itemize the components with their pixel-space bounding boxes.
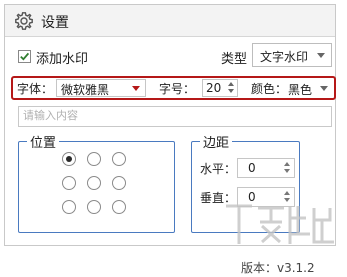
version-label: 版本：v3.1.2 — [241, 261, 315, 275]
stepper-up-icon[interactable] — [284, 162, 290, 166]
position-radio-9[interactable] — [112, 200, 126, 214]
radio-selected-dot — [66, 156, 72, 162]
type-select[interactable]: 文字水印 — [252, 43, 332, 67]
font-select[interactable]: 微软雅黑 — [56, 79, 146, 97]
stepper-up-icon[interactable] — [284, 191, 290, 195]
watermark-text-field[interactable] — [18, 106, 332, 127]
position-radio-4[interactable] — [62, 176, 76, 190]
horizontal-margin-value: 0 — [248, 161, 256, 175]
color-label: 颜色： — [251, 82, 288, 96]
position-group: 位置 — [18, 132, 175, 233]
watermark-text-input[interactable] — [19, 107, 327, 124]
checkmark-icon — [20, 52, 30, 61]
position-radio-8[interactable] — [87, 200, 101, 214]
window-title: 设置 — [41, 15, 69, 31]
stepper-up-icon[interactable] — [228, 82, 234, 86]
type-label: 类型 — [221, 52, 248, 67]
size-stepper[interactable]: 20 — [202, 79, 238, 97]
chevron-down-icon — [320, 86, 328, 91]
site-logo-watermark — [226, 204, 334, 244]
app-root: 设置 添加水印 类型 文字水印 字体： 微软雅黑 字号： 20 颜色： 黑色 请… — [0, 0, 347, 277]
font-select-value: 微软雅黑 — [61, 83, 110, 97]
size-value: 20 — [206, 81, 222, 95]
font-label: 字体： — [17, 82, 54, 96]
position-legend: 位置 — [27, 132, 60, 151]
type-select-value: 文字水印 — [260, 50, 309, 64]
horizontal-margin-stepper[interactable]: 0 — [237, 158, 295, 178]
title-bar: 设置 — [5, 5, 335, 37]
position-radio-5[interactable] — [87, 176, 101, 190]
position-radio-1[interactable] — [62, 152, 76, 166]
position-radio-2[interactable] — [87, 152, 101, 166]
stepper-down-icon[interactable] — [228, 89, 234, 93]
font-settings-row: 字体： 微软雅黑 字号： 20 颜色： 黑色 — [11, 76, 336, 100]
chevron-down-icon — [317, 53, 325, 58]
size-label: 字号： — [159, 82, 196, 96]
add-watermark-label[interactable]: 添加水印 — [36, 48, 88, 67]
position-radio-6[interactable] — [112, 176, 126, 190]
add-watermark-checkbox[interactable] — [18, 50, 31, 63]
position-radio-7[interactable] — [62, 200, 76, 214]
chevron-down-icon — [132, 86, 140, 91]
stepper-down-icon[interactable] — [284, 169, 290, 173]
color-select-value: 黑色 — [288, 83, 313, 97]
horizontal-label: 水平： — [200, 162, 237, 176]
color-select[interactable]: 黑色 — [285, 79, 331, 97]
position-radio-3[interactable] — [112, 152, 126, 166]
gear-icon — [15, 12, 33, 30]
margin-legend: 边距 — [200, 132, 233, 151]
